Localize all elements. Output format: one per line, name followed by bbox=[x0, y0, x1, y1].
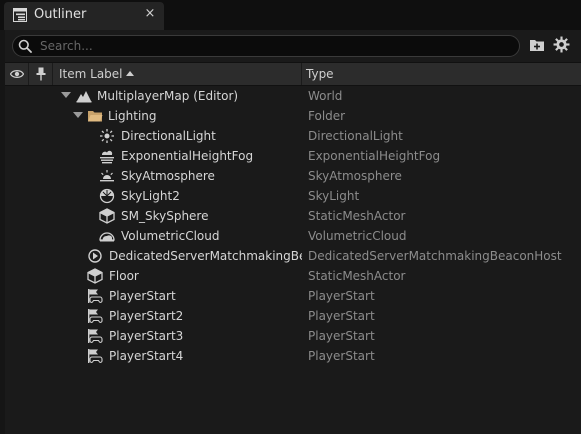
tree-row[interactable]: SkyAtmosphere SkyAtmosphere bbox=[5, 166, 581, 186]
tree-row[interactable]: SM_SkySphere StaticMeshActor bbox=[5, 206, 581, 226]
row-type: PlayerStart bbox=[308, 349, 375, 363]
directional-light-icon bbox=[100, 129, 114, 143]
pin-icon bbox=[36, 67, 46, 81]
column-header: Item Label Type bbox=[5, 62, 581, 86]
tree-row[interactable]: PlayerStart2 PlayerStart bbox=[5, 306, 581, 326]
row-label: SkyAtmosphere bbox=[121, 169, 215, 183]
row-label: VolumetricCloud bbox=[121, 229, 220, 243]
gear-icon[interactable] bbox=[553, 36, 570, 53]
sky-atmosphere-icon bbox=[100, 170, 114, 182]
row-label: PlayerStart3 bbox=[109, 329, 184, 343]
row-type: PlayerStart bbox=[308, 289, 375, 303]
tree-row[interactable]: DedicatedServerMatchmakingBe DedicatedSe… bbox=[5, 246, 581, 266]
row-label: SkyLight2 bbox=[121, 189, 180, 203]
row-type: ExponentialHeightFog bbox=[308, 149, 441, 163]
pin-column[interactable] bbox=[29, 63, 53, 85]
item-label-column[interactable]: Item Label bbox=[53, 63, 302, 85]
sky-light-icon bbox=[99, 188, 115, 204]
row-type: DirectionalLight bbox=[308, 129, 403, 143]
row-label: PlayerStart2 bbox=[109, 309, 184, 323]
row-label: Floor bbox=[109, 269, 139, 283]
row-type: StaticMeshActor bbox=[308, 209, 406, 223]
static-mesh-icon bbox=[99, 208, 115, 224]
tree-row[interactable]: PlayerStart4 PlayerStart bbox=[5, 346, 581, 366]
static-mesh-icon bbox=[87, 268, 103, 284]
outliner-tree: MultiplayerMap (Editor) World Lighting F… bbox=[5, 86, 581, 366]
tree-row[interactable]: DirectionalLight DirectionalLight bbox=[5, 126, 581, 146]
type-header: Type bbox=[306, 67, 334, 81]
tree-row[interactable]: VolumetricCloud VolumetricCloud bbox=[5, 226, 581, 246]
player-start-icon bbox=[88, 329, 103, 343]
row-label: MultiplayerMap (Editor) bbox=[97, 89, 239, 103]
tree-row[interactable]: ExponentialHeightFog ExponentialHeightFo… bbox=[5, 146, 581, 166]
tab-strip: Outliner × bbox=[0, 0, 581, 30]
row-type: SkyLight bbox=[308, 189, 360, 203]
player-start-icon bbox=[88, 289, 103, 303]
row-type: PlayerStart bbox=[308, 309, 375, 323]
add-folder-icon[interactable] bbox=[529, 37, 545, 53]
item-label-header: Item Label bbox=[59, 67, 123, 81]
row-type: Folder bbox=[308, 109, 346, 123]
row-label: DirectionalLight bbox=[121, 129, 216, 143]
row-label: SM_SkySphere bbox=[121, 209, 209, 223]
tree-row[interactable]: SkyLight2 SkyLight bbox=[5, 186, 581, 206]
row-type: SkyAtmosphere bbox=[308, 169, 402, 183]
volumetric-cloud-icon bbox=[99, 232, 115, 242]
sort-ascending-icon bbox=[126, 71, 134, 76]
row-type: VolumetricCloud bbox=[308, 229, 407, 243]
outliner-panel: Item Label Type MultiplayerMap (Editor) … bbox=[5, 30, 581, 434]
type-column[interactable]: Type bbox=[302, 63, 581, 85]
player-start-icon bbox=[88, 349, 103, 363]
search-icon bbox=[18, 39, 32, 53]
folder-icon bbox=[88, 111, 103, 122]
expand-arrow-icon[interactable] bbox=[61, 92, 71, 98]
row-label: PlayerStart bbox=[109, 289, 176, 303]
search-input[interactable] bbox=[40, 38, 510, 54]
row-label: Lighting bbox=[108, 109, 157, 123]
row-label: ExponentialHeightFog bbox=[121, 149, 254, 163]
eye-icon bbox=[10, 70, 24, 78]
world-icon bbox=[76, 91, 92, 103]
actor-icon bbox=[88, 249, 102, 263]
search-row bbox=[5, 30, 581, 62]
row-label: PlayerStart4 bbox=[109, 349, 184, 363]
height-fog-icon bbox=[100, 150, 114, 164]
tree-row[interactable]: PlayerStart3 PlayerStart bbox=[5, 326, 581, 346]
row-type: StaticMeshActor bbox=[308, 269, 406, 283]
row-type: World bbox=[308, 89, 343, 103]
row-label: DedicatedServerMatchmakingBe bbox=[109, 249, 302, 263]
search-box[interactable] bbox=[12, 35, 520, 57]
tree-row[interactable]: Floor StaticMeshActor bbox=[5, 266, 581, 286]
tree-row[interactable]: Lighting Folder bbox=[5, 106, 581, 126]
expand-arrow-icon[interactable] bbox=[73, 112, 83, 118]
tree-row[interactable]: MultiplayerMap (Editor) World bbox=[5, 86, 581, 106]
tab-title: Outliner bbox=[34, 7, 87, 22]
player-start-icon bbox=[88, 309, 103, 323]
row-type: PlayerStart bbox=[308, 329, 375, 343]
outliner-icon bbox=[13, 8, 27, 22]
tab-outliner[interactable]: Outliner × bbox=[4, 2, 164, 30]
tree-row[interactable]: PlayerStart PlayerStart bbox=[5, 286, 581, 306]
close-icon[interactable]: × bbox=[143, 6, 157, 22]
row-type: DedicatedServerMatchmakingBeaconHost bbox=[308, 249, 562, 263]
visibility-column[interactable] bbox=[5, 63, 29, 85]
